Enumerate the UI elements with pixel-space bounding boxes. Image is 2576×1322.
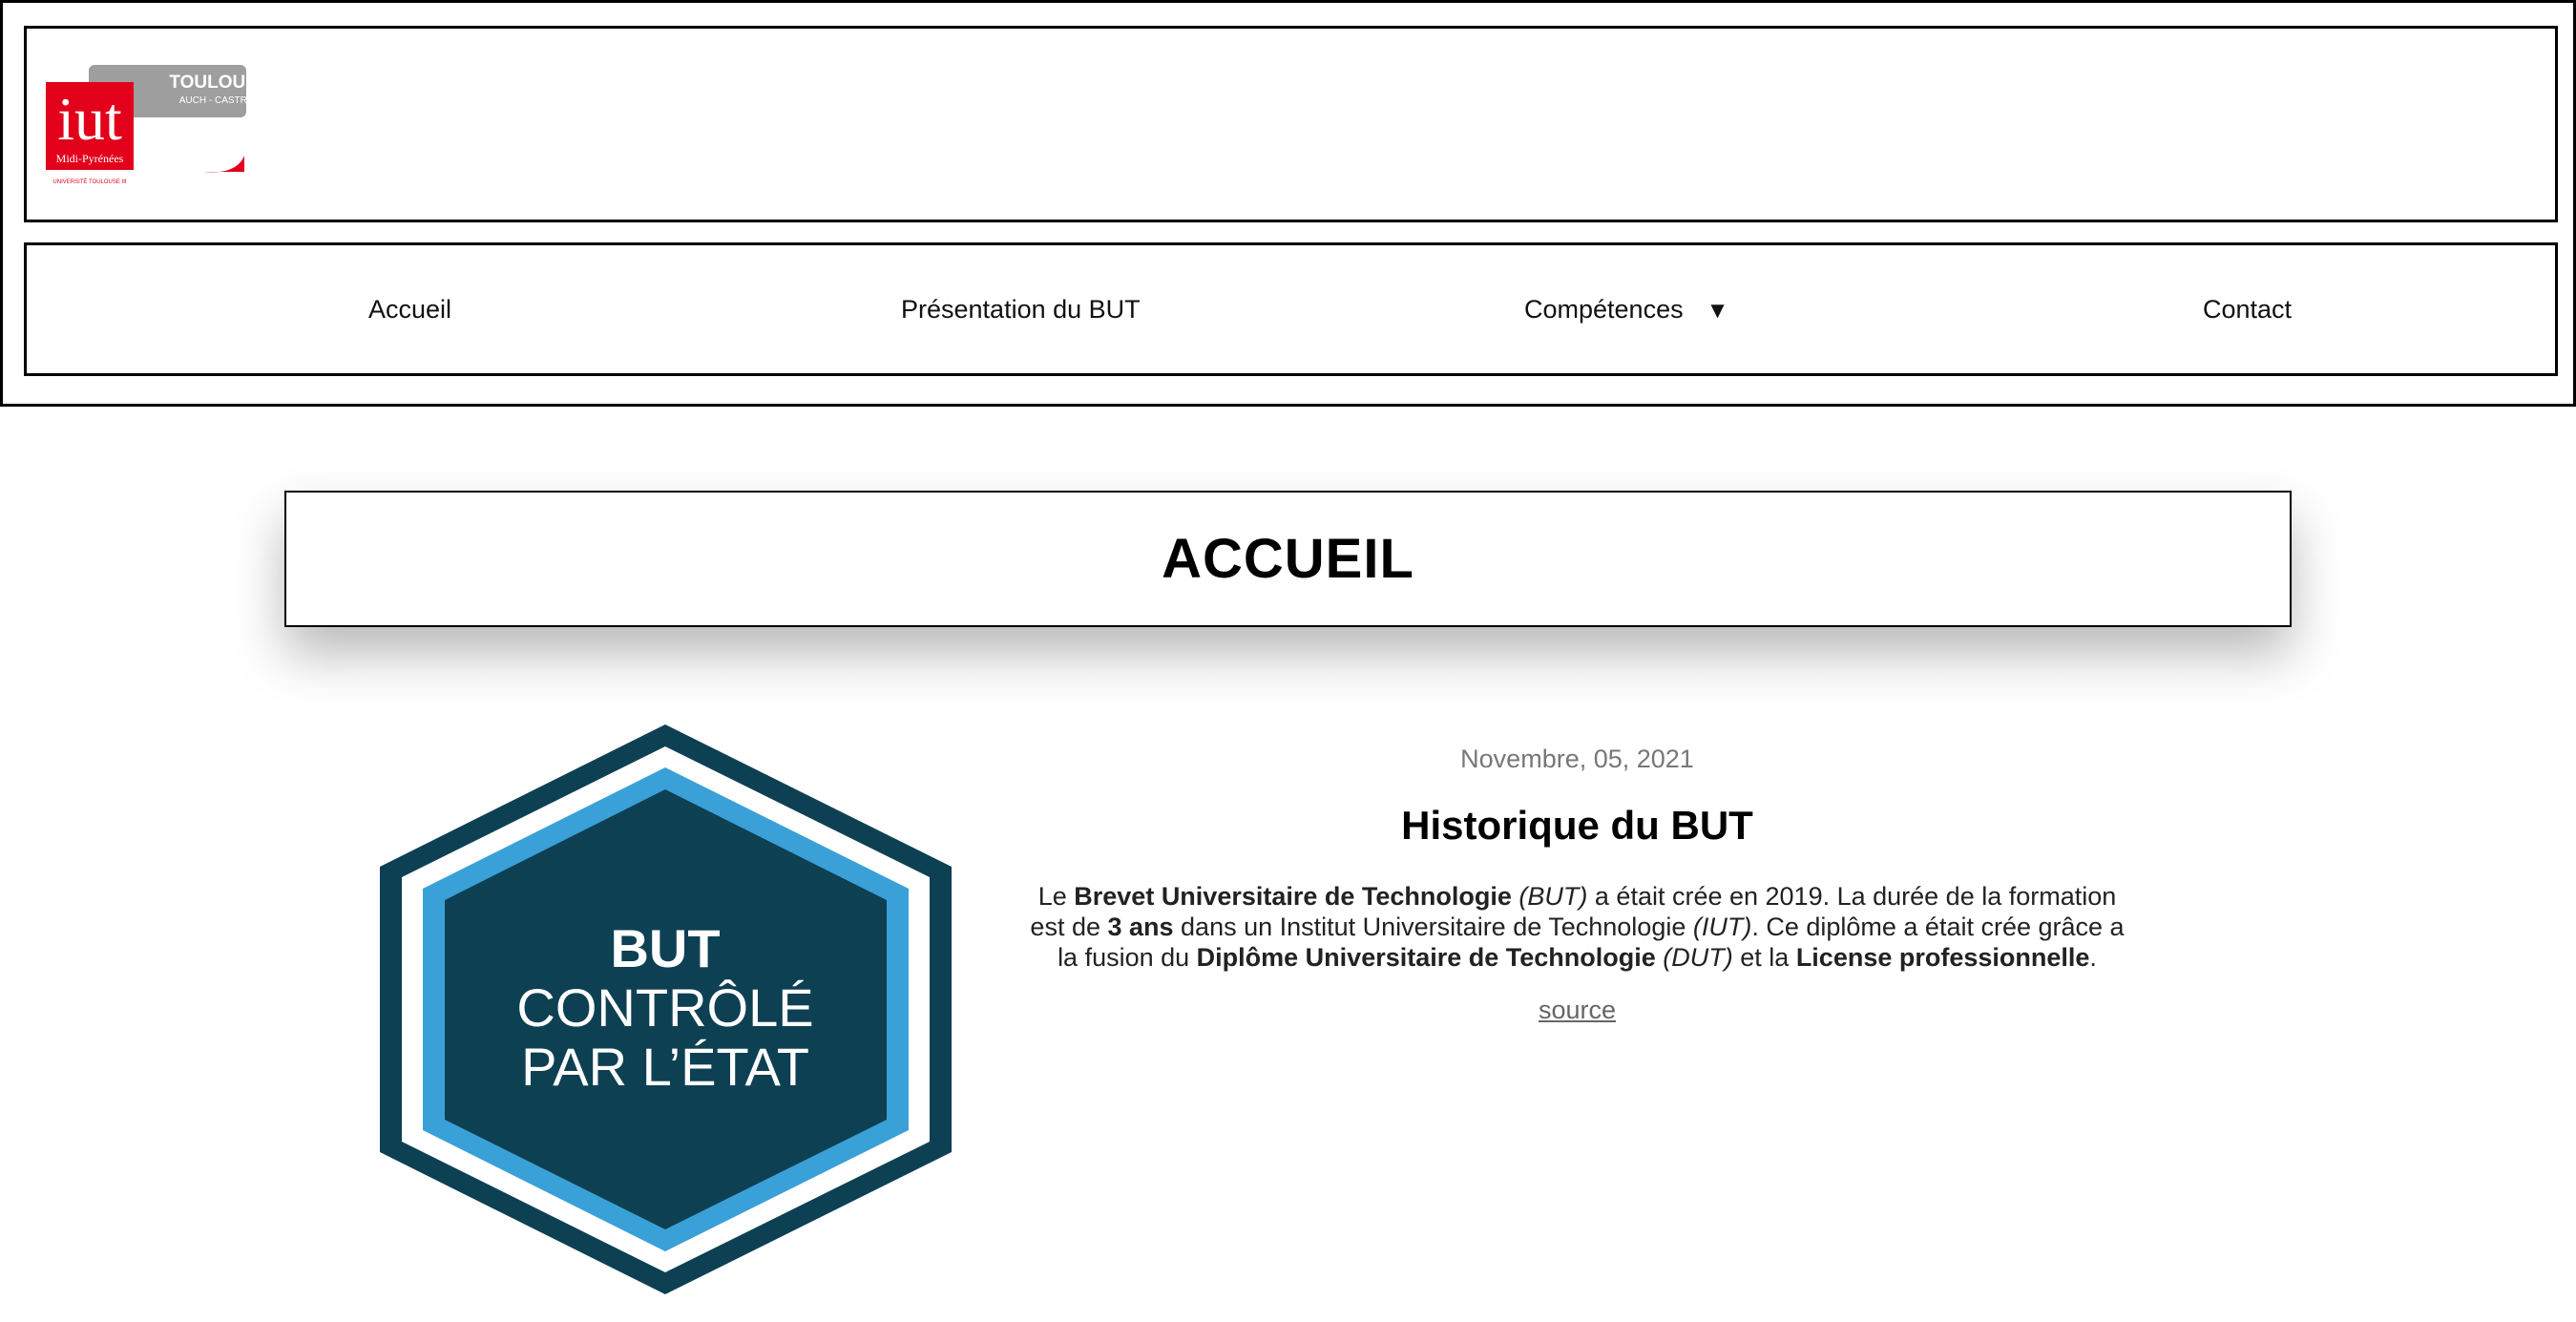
badge-line-2: CONTRÔLÉ (516, 977, 813, 1038)
nav-item-label: Accueil (368, 295, 452, 324)
site-header: TOULOUSE AUCH - CASTRES iut Midi-Pyrénée… (0, 0, 2576, 407)
body-text: dans un Institut Universitaire de Techno… (1173, 913, 1693, 941)
body-bold-license: License professionnelle (1795, 943, 2090, 972)
body-bold-duration: 3 ans (1107, 913, 1174, 941)
article-body: Le Brevet Universitaire de Technologie (… (1021, 881, 2133, 973)
page-title-box: ACCUEIL (284, 491, 2292, 627)
badge-line-1: BUT (610, 918, 720, 978)
article-heading: Historique du BUT (1401, 803, 1753, 848)
article-date: Novembre, 05, 2021 (1460, 745, 1694, 773)
nav-item-contact[interactable]: Contact (2203, 245, 2292, 373)
body-text: . (2089, 943, 2097, 972)
logo-sites: AUCH - CASTRES (179, 95, 246, 106)
nav-item-label: Compétences (1524, 295, 1684, 324)
logo-region: Midi-Pyrénées (56, 152, 124, 165)
nav-item-accueil[interactable]: Accueil (368, 245, 451, 373)
body-italic-dut: (DUT) (1655, 943, 1733, 972)
logo-bar: TOULOUSE AUCH - CASTRES iut Midi-Pyrénée… (24, 26, 2558, 222)
nav-item-presentation[interactable]: Présentation du BUT (901, 245, 1141, 373)
logo-city: TOULOUSE (169, 73, 246, 93)
body-italic-iut: (IUT) (1692, 913, 1752, 941)
nav-item-label: Contact (2203, 295, 2293, 324)
iut-logo[interactable]: TOULOUSE AUCH - CASTRES iut Midi-Pyrénée… (46, 65, 246, 189)
main-nav: Accueil Présentation du BUT Compétences ▼… (24, 242, 2558, 376)
nav-item-label: Présentation du BUT (901, 295, 1141, 324)
page-title: ACCUEIL (1162, 528, 1414, 590)
logo-main: iut (57, 85, 122, 153)
badge-line-3: PAR L’ÉTAT (521, 1037, 809, 1097)
article: Novembre, 05, 2021 Historique du BUT Le … (1021, 745, 2133, 1025)
body-text: Le (1037, 882, 1075, 911)
nav-item-competences[interactable]: Compétences ▼ (1524, 245, 1728, 373)
source-link[interactable]: source (1539, 996, 1616, 1025)
logo-swoosh (203, 156, 244, 173)
body-bold-dut: Diplôme Universitaire de Technologie (1196, 943, 1656, 972)
body-italic-but: (BUT) (1511, 882, 1588, 911)
body-bold-but: Brevet Universitaire de Technologie (1074, 882, 1512, 911)
logo-university: UNIVERSITÉ TOULOUSE III (52, 178, 126, 185)
body-text: et la (1732, 943, 1796, 972)
dropdown-arrow-icon: ▼ (1706, 298, 1729, 324)
but-badge-image: BUT CONTRÔLÉ PAR L’ÉTAT (380, 724, 952, 1294)
